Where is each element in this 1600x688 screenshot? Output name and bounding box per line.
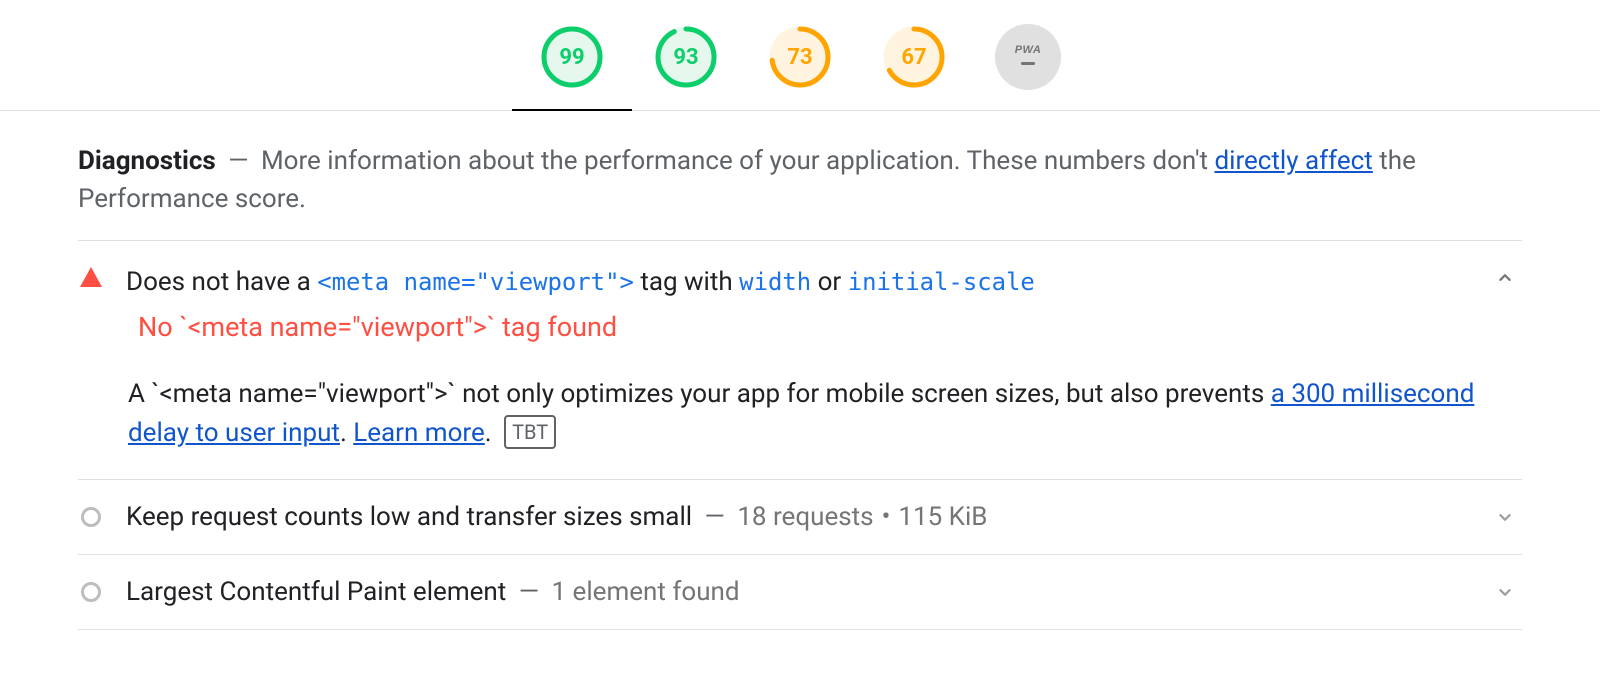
audit-desc-text: .: [485, 418, 498, 448]
score-value: 93: [673, 45, 698, 70]
score-gauge-0[interactable]: 99: [539, 24, 605, 90]
audit-meta: 115 KiB: [898, 502, 987, 532]
diagnostics-title: Diagnostics: [78, 146, 216, 176]
diagnostics-desc-before: More information about the performance o…: [261, 146, 1215, 176]
audit-error: No `<meta name="viewport">` tag found: [138, 311, 1472, 343]
audit-desc-text: .: [340, 418, 353, 448]
audit-title-text: Does not have a: [126, 267, 317, 297]
audit-title-code: initial-scale: [848, 268, 1035, 296]
audit-meta: 1 element found: [551, 577, 739, 607]
audit-title-text: tag with: [634, 267, 739, 297]
active-tab-underline: [512, 109, 632, 111]
tbt-badge: TBT: [504, 415, 556, 449]
neutral-circle-icon: [78, 507, 104, 527]
score-gauge-1[interactable]: 93: [653, 24, 719, 90]
audit-title-code: <meta name="viewport">: [317, 268, 634, 296]
dash-separator: —: [512, 577, 545, 607]
score-value: 73: [787, 45, 812, 70]
score-gauge-pwa[interactable]: PWA: [995, 24, 1061, 90]
diagnostics-header: Diagnostics — More information about the…: [78, 143, 1522, 241]
score-gauge-2[interactable]: 73: [767, 24, 833, 90]
audit-viewport-meta[interactable]: Does not have a <meta name="viewport"> t…: [78, 241, 1522, 480]
pwa-dash-icon: [1021, 62, 1035, 65]
audit-title-code: width: [739, 268, 811, 296]
dash-separator: —: [228, 146, 248, 176]
audit-title: Keep request counts low and transfer siz…: [126, 502, 692, 532]
chevron-down-icon[interactable]: [1494, 581, 1522, 603]
audit-title: Largest Contentful Paint element: [126, 577, 506, 607]
score-value: 99: [559, 45, 584, 70]
score-value: 67: [901, 45, 926, 70]
dot-separator: •: [882, 502, 891, 532]
audit-meta: 18 requests: [737, 502, 873, 532]
dash-separator: —: [698, 502, 731, 532]
audit-desc-text: A `<meta name="viewport">` not only opti…: [128, 379, 1271, 409]
audit-title: Does not have a <meta name="viewport"> t…: [126, 267, 1035, 297]
audit-collapsed-0[interactable]: Keep request counts low and transfer siz…: [78, 480, 1522, 555]
audit-collapsed-1[interactable]: Largest Contentful Paint element — 1 ele…: [78, 555, 1522, 630]
audit-desc-link-learnmore[interactable]: Learn more: [353, 418, 485, 448]
report-body: Diagnostics — More information about the…: [0, 111, 1600, 670]
audit-title-text: or: [811, 267, 848, 297]
fail-triangle-icon: [78, 267, 104, 287]
neutral-circle-icon: [78, 582, 104, 602]
score-strip: 99 93 73 67 PWA: [0, 0, 1600, 111]
pwa-label: PWA: [1015, 44, 1042, 56]
chevron-down-icon[interactable]: [1494, 506, 1522, 528]
diagnostics-link[interactable]: directly affect: [1214, 146, 1372, 176]
score-gauge-3[interactable]: 67: [881, 24, 947, 90]
chevron-down-icon[interactable]: [1494, 267, 1522, 289]
audit-description: A `<meta name="viewport">` not only opti…: [78, 349, 1522, 479]
